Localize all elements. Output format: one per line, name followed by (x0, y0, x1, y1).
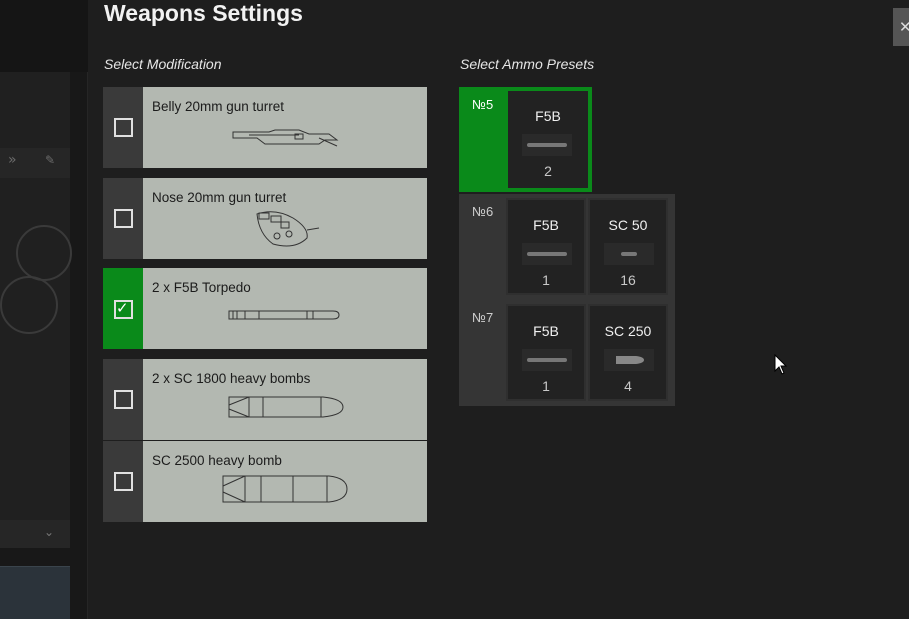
hud-dropdown (0, 520, 70, 548)
hud-grid (0, 566, 70, 619)
close-icon: ✕ (899, 18, 909, 36)
checkbox-column (103, 441, 143, 522)
background-hud: » ✎ ⌄ (0, 0, 88, 619)
modification-checkbox[interactable] (114, 472, 133, 491)
checkbox-column (103, 359, 143, 440)
ammo-count: 4 (624, 378, 632, 394)
ammo-slot: F5B 1 (506, 304, 586, 401)
torpedo-icon (522, 243, 572, 265)
chevron-down-icon: ⌄ (44, 525, 55, 539)
dialog-title: Weapons Settings (104, 0, 303, 26)
preset-number: №5 (472, 97, 494, 112)
gauge-icon (16, 225, 72, 281)
ammo-preset[interactable]: №7 F5B 1 SC 250 4 (459, 300, 675, 406)
modification-section-label: Select Modification (104, 56, 222, 72)
ammo-count: 1 (542, 378, 550, 394)
modification-body: 2 x SC 1800 heavy bombs (143, 359, 427, 440)
modification-card[interactable]: SC 2500 heavy bomb (103, 441, 427, 522)
modification-name: Belly 20mm gun turret (152, 99, 285, 114)
ammo-count: 16 (620, 272, 636, 288)
modification-name: Nose 20mm gun turret (152, 190, 287, 205)
checkmark-icon: ✓ (116, 299, 129, 317)
hud-top (0, 0, 88, 72)
torpedo-icon (522, 134, 572, 156)
ammo-slot: F5B 1 (506, 198, 586, 295)
bomb-icon (604, 349, 654, 371)
ammo-slot: F5B 2 (508, 91, 588, 188)
nose-turret-icon (256, 211, 320, 247)
modification-body: Nose 20mm gun turret (143, 178, 427, 259)
ammo-preset[interactable]: №6 F5B 1 SC 50 16 (459, 194, 675, 300)
modification-checkbox[interactable] (114, 209, 133, 228)
modification-checkbox[interactable]: ✓ (114, 299, 133, 319)
ammo-slot: SC 50 16 (588, 198, 668, 295)
modification-body: Belly 20mm gun turret (143, 87, 427, 168)
modification-checkbox[interactable] (114, 118, 133, 137)
checkbox-column (103, 87, 143, 168)
modification-checkbox[interactable] (114, 390, 133, 409)
preset-number: №7 (472, 310, 494, 325)
checkbox-column: ✓ (103, 268, 143, 349)
modification-card[interactable]: ✓ 2 x F5B Torpedo (103, 268, 427, 349)
modification-card[interactable]: 2 x SC 1800 heavy bombs (103, 359, 427, 440)
double-chevron-icon: » (8, 152, 17, 168)
modification-body: 2 x F5B Torpedo (143, 268, 427, 349)
torpedo-icon (522, 349, 572, 371)
ammo-preset[interactable]: №5 F5B 2 (459, 87, 592, 192)
checkbox-column (103, 178, 143, 259)
ammo-name: SC 250 (604, 323, 652, 339)
belly-turret-icon (232, 129, 339, 147)
modification-body: SC 2500 heavy bomb (143, 441, 427, 522)
modification-card[interactable]: Belly 20mm gun turret (103, 87, 427, 168)
ammo-name: F5B (533, 217, 559, 233)
gauge-icon (0, 276, 58, 334)
modification-name: SC 2500 heavy bomb (152, 453, 282, 468)
wrench-icon: ✎ (45, 153, 56, 167)
ammo-name: F5B (533, 323, 559, 339)
ammo-count: 2 (544, 163, 552, 179)
ammo-name: F5B (535, 108, 561, 124)
torpedo-icon (228, 310, 340, 320)
preset-number: №6 (472, 204, 494, 219)
ammo-count: 1 (542, 272, 550, 288)
ammo-preset-section-label: Select Ammo Presets (460, 56, 595, 72)
bomb-icon (604, 243, 654, 265)
ammo-slot: SC 250 4 (588, 304, 668, 401)
modification-name: 2 x F5B Torpedo (152, 280, 251, 295)
close-button[interactable]: ✕ (893, 8, 909, 46)
modification-name: 2 x SC 1800 heavy bombs (152, 371, 311, 386)
ammo-name: SC 50 (608, 217, 648, 233)
heavy-bomb-icon (228, 396, 344, 418)
heavy-bomb-icon (222, 475, 348, 503)
mouse-cursor-icon (774, 354, 788, 375)
modification-card[interactable]: Nose 20mm gun turret (103, 178, 427, 259)
